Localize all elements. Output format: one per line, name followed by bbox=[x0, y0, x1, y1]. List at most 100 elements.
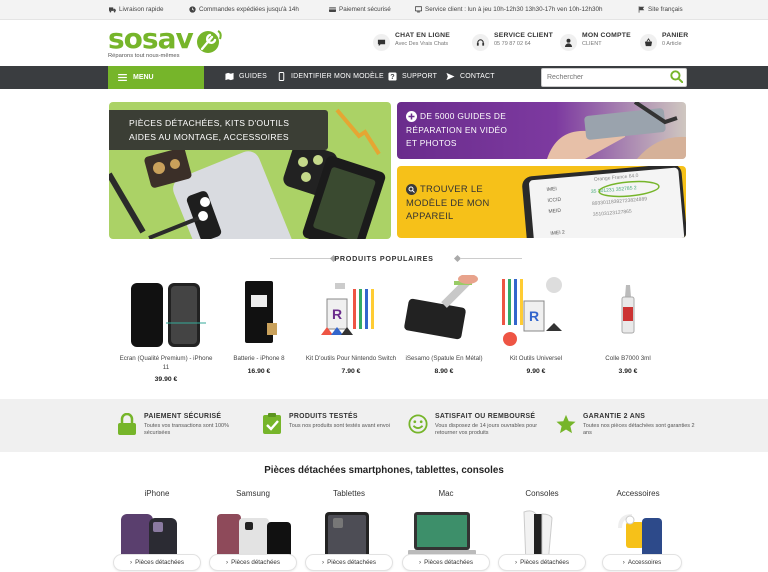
product-card[interactable]: Ecran (Qualité Premium) - iPhone 11 39.9… bbox=[116, 275, 216, 383]
svg-text:MEID: MEID bbox=[548, 208, 561, 215]
info-livraison: Livraison rapide bbox=[109, 6, 163, 13]
product-image bbox=[209, 275, 309, 351]
info-paiement: Paiement sécurisé bbox=[329, 6, 391, 13]
product-price: 8.90 € bbox=[434, 367, 454, 375]
product-card[interactable]: Colle B7000 3ml 3.90 € bbox=[578, 275, 678, 375]
user-icon-wrap bbox=[560, 34, 577, 51]
header-chat[interactable]: CHAT EN LIGNE Avec Des Vrais Chats bbox=[373, 32, 450, 51]
header-account[interactable]: MON COMPTE CLIENT bbox=[560, 32, 631, 51]
info-site: Site français bbox=[638, 6, 683, 13]
feature-title: SATISFAIT OU REMBOURSÉ bbox=[435, 413, 536, 420]
svg-text:IMEI 2: IMEI 2 bbox=[550, 230, 565, 237]
svg-text:?: ? bbox=[390, 72, 395, 81]
product-image: R bbox=[486, 275, 586, 351]
logo[interactable]: sosav Réparons tout nous-mêmes bbox=[108, 25, 222, 59]
product-name: Kit D'outils Pour Nintendo Switch bbox=[305, 355, 397, 362]
category-button-iphone[interactable]: › Pièces détachées bbox=[113, 554, 201, 571]
banner-guides-line1: DE 5000 GUIDES DE bbox=[420, 111, 507, 121]
product-image: R bbox=[301, 275, 401, 351]
feature-paiement: PAIEMENT SÉCURISÉ Toutes vos transaction… bbox=[117, 413, 256, 437]
features-band: PAIEMENT SÉCURISÉ Toutes vos transaction… bbox=[0, 399, 768, 452]
info-label: Livraison rapide bbox=[119, 6, 164, 13]
service-phone: 05 79 87 02 64 bbox=[494, 41, 531, 47]
product-price: 7.90 € bbox=[341, 367, 361, 375]
cart-title: PANIER bbox=[662, 32, 689, 39]
category-name: Consoles bbox=[525, 489, 559, 498]
wrench-leaf-icon bbox=[197, 30, 222, 53]
banner-guides[interactable]: DE 5000 GUIDES DE RÉPARATION EN VIDÉO ET… bbox=[397, 102, 686, 159]
banner-pieces-detachees[interactable]: PIÈCES DÉTACHÉES, KITS D'OUTILS AIDES AU… bbox=[109, 102, 391, 239]
category-button-mac[interactable]: › Pièces détachées bbox=[402, 554, 490, 571]
product-card[interactable]: Batterie - iPhone 8 16.90 € bbox=[209, 275, 309, 375]
cart-icon-wrap bbox=[640, 34, 657, 51]
clock-icon bbox=[189, 6, 196, 13]
category-name: Tablettes bbox=[332, 489, 366, 498]
banner-trouver-modele[interactable]: IMEI ICCID MEID IMEI 2 Orange France 64.0 3… bbox=[397, 166, 686, 238]
nav-link-label: IDENTIFIER MON MODÈLE bbox=[291, 73, 384, 80]
arrow-icon: › bbox=[130, 559, 133, 566]
category-consoles[interactable]: Consoles bbox=[494, 489, 590, 565]
nav-link-label: CONTACT bbox=[460, 73, 495, 80]
product-image bbox=[394, 274, 494, 351]
category-button-consoles[interactable]: › Pièces détachées bbox=[498, 554, 586, 571]
chat-sub: Avec Des Vrais Chats bbox=[395, 41, 449, 47]
category-image bbox=[109, 508, 205, 564]
product-price: 3.90 € bbox=[618, 367, 638, 375]
banner-trouver-line2: MODÈLE DE MON bbox=[406, 196, 490, 208]
monitor-icon bbox=[415, 6, 422, 13]
header-service-client[interactable]: SERVICE CLIENT 05 79 87 02 64 bbox=[472, 32, 553, 51]
account-title: MON COMPTE bbox=[582, 32, 631, 39]
nav-identifier-modele[interactable]: IDENTIFIER MON MODÈLE bbox=[277, 72, 384, 81]
product-card[interactable]: R Kit Outils Universel 9.90 € bbox=[486, 275, 586, 375]
category-accessoires[interactable]: Accessoires bbox=[590, 489, 686, 564]
product-price: 16.90 € bbox=[247, 367, 271, 375]
category-mac[interactable]: Mac bbox=[398, 489, 494, 556]
section-title-produits-populaires: PRODUITS POPULAIRES bbox=[334, 254, 434, 263]
nav-support[interactable]: ? SUPPORT bbox=[388, 72, 437, 81]
send-icon bbox=[446, 72, 455, 81]
category-button-label: Pièces détachées bbox=[231, 559, 280, 566]
category-button-label: Pièces détachées bbox=[424, 559, 473, 566]
menu-button[interactable]: MENU bbox=[108, 66, 204, 89]
arrow-icon: › bbox=[322, 559, 325, 566]
divider bbox=[460, 258, 522, 259]
banner-trouver-line1: TROUVER LE bbox=[420, 183, 483, 194]
categories-title: Pièces détachées smartphones, tablettes,… bbox=[264, 465, 504, 476]
cart-count: 0 Article bbox=[662, 41, 682, 47]
search-input[interactable] bbox=[541, 68, 687, 87]
category-tablettes[interactable]: Tablettes bbox=[301, 489, 397, 564]
banner-guides-line3: ET PHOTOS bbox=[406, 138, 457, 148]
category-button-accessoires[interactable]: › Accessoires bbox=[602, 554, 682, 571]
banner-trouver-line3: APPAREIL bbox=[406, 210, 454, 221]
map-icon bbox=[225, 72, 234, 81]
category-samsung[interactable]: Samsung bbox=[205, 489, 301, 564]
category-button-tablettes[interactable]: › Pièces détachées bbox=[305, 554, 393, 571]
arrow-icon: › bbox=[419, 559, 422, 566]
info-label: Site français bbox=[648, 6, 683, 13]
chat-icon bbox=[377, 39, 386, 47]
svg-text:ICCID: ICCID bbox=[547, 197, 561, 204]
main-nav: MENU GUIDES IDENTIFIER MON MODÈLE ? SUPP… bbox=[0, 66, 768, 89]
category-iphone[interactable]: iPhone bbox=[109, 489, 205, 564]
headset-icon bbox=[476, 39, 485, 46]
lock-icon bbox=[118, 413, 136, 435]
nav-contact[interactable]: CONTACT bbox=[446, 72, 495, 81]
service-title: SERVICE CLIENT bbox=[494, 32, 553, 39]
product-image bbox=[116, 275, 216, 351]
category-image bbox=[590, 508, 686, 564]
user-icon bbox=[564, 38, 573, 47]
arrow-icon: › bbox=[622, 559, 625, 566]
nav-guides[interactable]: GUIDES bbox=[225, 72, 267, 81]
top-info-bar: Livraison rapide Commandes expédiées jus… bbox=[0, 0, 768, 20]
product-card[interactable]: R Kit D'outils Pour Nintendo Switch 7.90… bbox=[301, 275, 401, 375]
header-cart[interactable]: PANIER 0 Article bbox=[640, 32, 688, 51]
category-button-samsung[interactable]: › Pièces détachées bbox=[209, 554, 297, 571]
chat-title: CHAT EN LIGNE bbox=[395, 32, 450, 39]
feature-desc: Toutes nos pièces détachées sont garanti… bbox=[583, 423, 695, 436]
banner-main-line1: PIÈCES DÉTACHÉES, KITS D'OUTILS bbox=[129, 118, 290, 128]
category-name: iPhone bbox=[144, 489, 170, 498]
category-name: Samsung bbox=[236, 489, 270, 498]
search-icon[interactable] bbox=[670, 70, 683, 83]
product-card[interactable]: iSesamo (Spatule En Métal) 8.90 € bbox=[394, 274, 494, 375]
nav-link-label: SUPPORT bbox=[402, 73, 438, 80]
